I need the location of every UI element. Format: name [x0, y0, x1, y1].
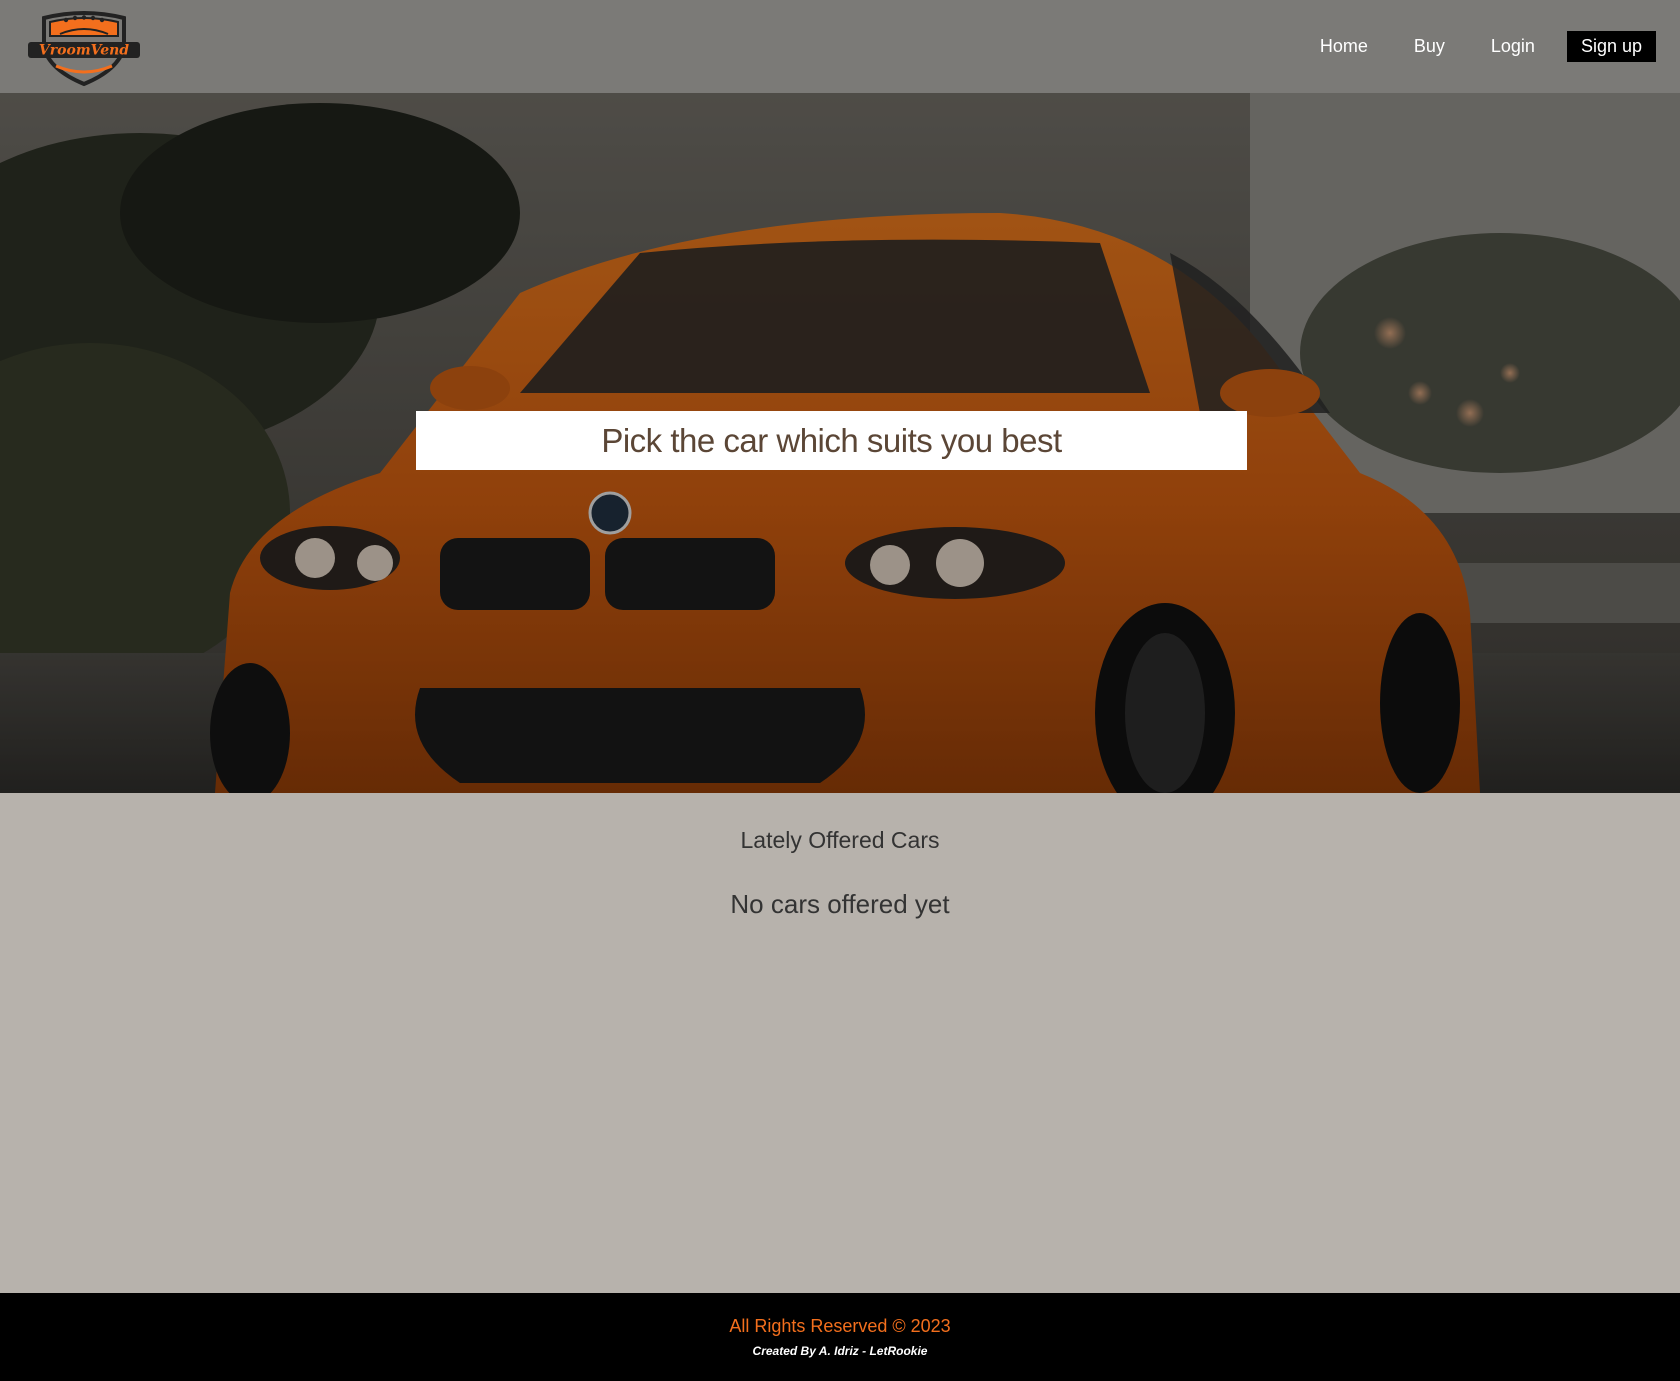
logo-shield-icon: VroomVend [28, 11, 140, 87]
offers-section: Lately Offered Cars No cars offered yet [0, 793, 1680, 1293]
site-header: VroomVend Home Buy Login Sign up [0, 0, 1680, 93]
brand-logo[interactable]: VroomVend [26, 6, 142, 88]
nav-home-link[interactable]: Home [1320, 31, 1368, 62]
site-footer: All Rights Reserved © 2023 Created By A.… [0, 1293, 1680, 1381]
nav-buy-link[interactable]: Buy [1414, 31, 1445, 62]
offers-title: Lately Offered Cars [740, 827, 940, 853]
footer-credit: Created By A. Idriz - LetRookie [752, 1344, 928, 1358]
offers-empty-message: No cars offered yet [730, 889, 950, 919]
main-nav: Home Buy Login Sign up [1274, 31, 1656, 62]
hero-tagline: Pick the car which suits you best [601, 421, 1062, 459]
logo-text: VroomVend [39, 43, 129, 59]
hero-section: Pick the car which suits you best [0, 93, 1680, 793]
hero-tagline-banner: Pick the car which suits you best [416, 411, 1247, 470]
signup-button[interactable]: Sign up [1566, 31, 1656, 62]
footer-copyright: All Rights Reserved © 2023 [729, 1316, 951, 1336]
nav-login-link[interactable]: Login [1491, 31, 1535, 62]
